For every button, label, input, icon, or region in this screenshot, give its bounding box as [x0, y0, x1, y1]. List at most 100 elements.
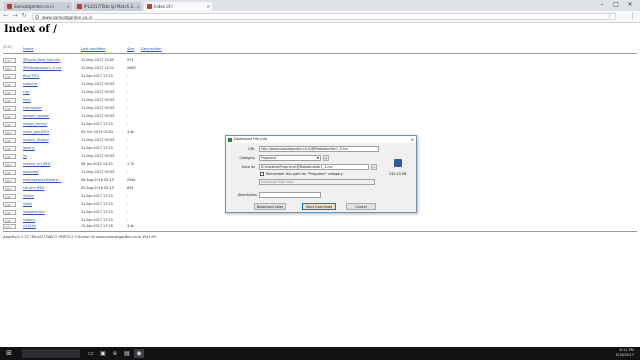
file-type-icon: [TXT] — [3, 58, 16, 63]
tab-samsatgarden[interactable]: Samsatgarden.co.in ✕ — [4, 2, 72, 11]
site-info-icon[interactable] — [35, 15, 39, 19]
file-link[interactable]: FormsNew/ — [23, 106, 42, 111]
list-item: [DIR] jquery/11-Apr-2017 17:15 - — [3, 146, 203, 152]
tab-close-icon[interactable]: ✕ — [67, 2, 70, 11]
address-text: www.samsatgarden.co.in — [42, 14, 93, 20]
list-item: [DIR] gadget_upload/11-May-2017 05:03 - — [3, 114, 203, 120]
minimize-button[interactable]: – — [596, 0, 608, 10]
file-link[interactable]: invoice_Global/ — [23, 138, 49, 143]
url-field[interactable]: http://www.samsatgarden.co.in/@Mobotbuil… — [259, 146, 379, 152]
bookmark-star-icon[interactable]: ☆ — [607, 12, 612, 21]
image-file-icon: [IMG] — [3, 130, 16, 135]
edge-icon[interactable]: e — [110, 349, 120, 358]
file-link[interactable]: gadget_upload/ — [23, 114, 49, 119]
windows-start-icon[interactable]: ⊞ — [4, 349, 14, 358]
task-view-icon[interactable]: ▭ — [86, 349, 96, 358]
menu-icon[interactable]: ⋮ — [629, 12, 636, 21]
column-header-description[interactable]: Description — [141, 47, 161, 51]
file-link[interactable]: font/ — [23, 98, 31, 103]
category-select[interactable]: Programs ▼ — [259, 155, 321, 161]
start-download-button[interactable]: Start Download — [302, 203, 336, 210]
browse-button[interactable]: ... — [371, 164, 377, 170]
description-field[interactable] — [259, 192, 321, 198]
list-item: [IMG] license_icn.JPEG 06-Jan-2012 14:53 1.… — [3, 162, 203, 168]
file-link[interactable]: index_gap.JPEG — [23, 130, 49, 135]
save-as-field[interactable]: D:\Installed\Programs\@Mobotbuilder1_4.c… — [259, 164, 369, 170]
file-link[interactable]: videos/ — [23, 218, 35, 223]
file-date: 11-May-2017 05:03 — [81, 90, 115, 94]
system-clock[interactable]: 8:11 PM 5/18/2017 — [616, 348, 634, 358]
file-date: 11-May-2017 05:03 — [81, 114, 115, 118]
store-icon[interactable]: ▤ — [122, 349, 132, 358]
file-date: 12-May-2017 15:09 — [81, 58, 115, 62]
site-favicon-icon — [147, 4, 152, 9]
remember-path-checkbox[interactable] — [260, 172, 264, 176]
file-link[interactable]: x1.html — [23, 224, 36, 229]
list-item: [IMG] @Mobotbuilder1_4.csv 12-May-2017 15:… — [3, 66, 203, 72]
file-link[interactable]: modules/ — [23, 170, 39, 175]
tab-ipl[interactable]: IPL2017/Tata Ipl Match 2... ✕ — [74, 2, 142, 11]
column-header-modified[interactable]: Last modified — [81, 47, 105, 51]
tab-index-of[interactable]: Index of / ✕ — [144, 2, 212, 11]
forward-arrow-icon[interactable]: → — [11, 12, 19, 20]
file-link[interactable]: captcha/ — [23, 82, 38, 87]
folder-icon: [DIR] — [3, 146, 16, 151]
file-link[interactable]: js/ — [23, 154, 27, 159]
folder-icon: [DIR] — [3, 154, 16, 159]
tab-close-icon[interactable]: ✕ — [207, 2, 210, 11]
file-link[interactable]: license_icn.JPEG — [23, 162, 50, 167]
taskbar: ⊞ ▭ ▣ e ▤ ◉ 8:11 PM 5/18/2017 — [0, 347, 640, 360]
taskbar-search-box[interactable] — [22, 349, 80, 358]
file-link[interactable]: Bilal/TNT/ — [23, 74, 39, 79]
chrome-icon[interactable]: ◉ — [134, 349, 144, 358]
file-link[interactable]: @Mobotbuilder1_4.csv — [23, 66, 62, 71]
dialog-title: Download File Info — [234, 137, 267, 141]
file-date: 11-May-2017 05:03 — [81, 98, 115, 102]
file-link[interactable]: overlaybackvillage.p... — [23, 178, 61, 183]
page-title: Index of / — [4, 24, 57, 35]
add-category-button[interactable]: + — [323, 155, 329, 161]
column-header-name[interactable]: Name — [23, 47, 34, 51]
file-link[interactable]: image_library/ — [23, 122, 47, 127]
download-later-button[interactable]: Download Later — [254, 203, 286, 210]
tab-close-icon[interactable]: ✕ — [137, 2, 140, 11]
close-window-button[interactable]: ✕ — [624, 0, 636, 10]
download-manager-icon — [228, 137, 232, 142]
file-link[interactable]: @Sonia_Boss_hdd.csv — [23, 58, 60, 63]
dialog-title-bar[interactable]: Download File Info ✕ — [226, 136, 416, 143]
folder-icon: [DIR] — [3, 210, 16, 215]
file-link[interactable]: Validanomic/ — [23, 210, 45, 215]
file-link[interactable]: css/ — [23, 90, 30, 95]
list-item: [DIR] font/11-May-2017 05:03 - — [3, 98, 203, 104]
file-size: - — [127, 106, 129, 110]
file-size: - — [127, 202, 129, 206]
back-arrow-icon[interactable]: ← — [2, 12, 10, 20]
reload-icon[interactable]: ↻ — [20, 12, 28, 20]
file-size: 3.4k — [127, 130, 135, 134]
file-link[interactable]: Slides/ — [23, 194, 34, 199]
column-header-size[interactable]: Size — [127, 47, 134, 51]
file-size: 694 — [127, 186, 134, 190]
browser-tab-strip: Samsatgarden.co.in ✕ IPL2017/Tata Ipl Ma… — [0, 0, 640, 11]
file-link[interactable]: sm-alm.JPEG — [23, 186, 45, 191]
file-explorer-icon[interactable]: ▣ — [98, 349, 108, 358]
address-bar[interactable]: www.samsatgarden.co.in — [32, 12, 616, 20]
file-link[interactable]: Swal/ — [23, 202, 32, 207]
list-item: [TXT] x1.html 12-Apr-2017 17:28 3.4k — [3, 224, 203, 230]
remember-path-label: Remember this path for "Programs" catego… — [266, 172, 343, 176]
clock-date: 5/18/2017 — [615, 353, 634, 357]
file-link[interactable]: jquery/ — [23, 146, 35, 151]
maximize-button[interactable]: □ — [610, 0, 622, 10]
folder-icon: [DIR] — [3, 106, 16, 111]
dialog-close-icon[interactable]: ✕ — [411, 136, 414, 143]
file-size: 2660 — [127, 66, 136, 70]
cancel-button[interactable]: Cancel — [346, 203, 376, 210]
list-item: [TXT] @Sonia_Boss_hdd.csv 12-May-2017 15:0… — [3, 58, 203, 64]
save-as-label: Save As — [241, 165, 256, 169]
category-label: Category — [239, 156, 256, 160]
file-size: - — [127, 210, 129, 214]
file-date: 11-Apr-2017 17:15 — [81, 74, 113, 78]
image-file-icon: [IMG] — [3, 178, 16, 183]
file-size: - — [127, 154, 129, 158]
list-item: [DIR] captcha/11-May-2017 05:03 - — [3, 82, 203, 88]
